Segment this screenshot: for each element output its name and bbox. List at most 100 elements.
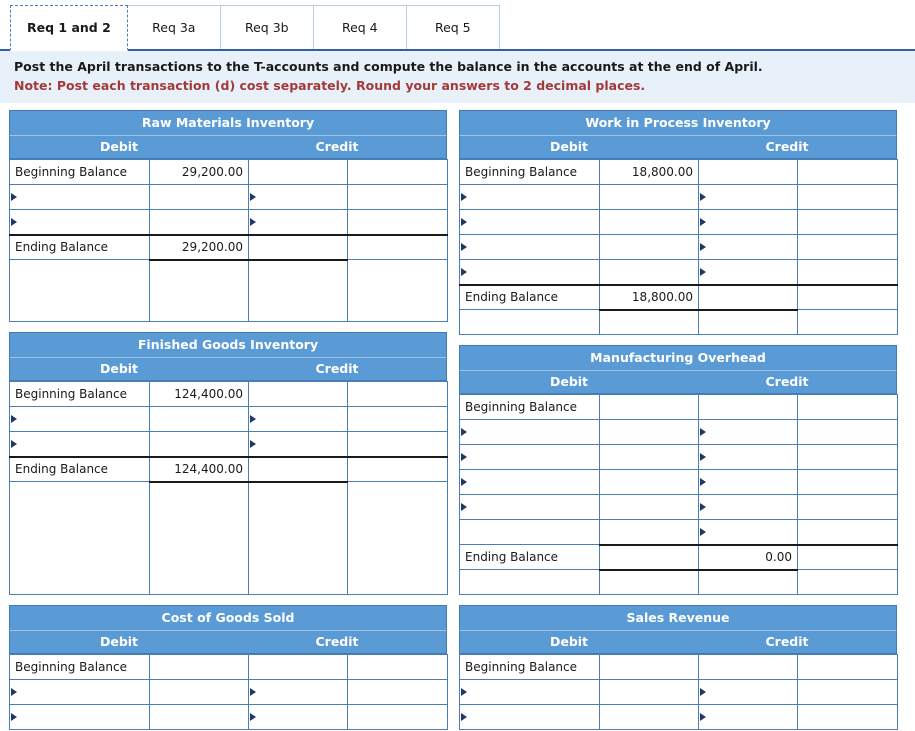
entry-debit-input[interactable] xyxy=(599,184,699,210)
dropdown-caret-icon[interactable] xyxy=(249,185,347,209)
entry-debit-input[interactable] xyxy=(599,419,699,445)
entry-label-input[interactable] xyxy=(459,234,600,260)
dropdown-caret-icon[interactable] xyxy=(10,705,149,729)
dropdown-caret-icon[interactable] xyxy=(460,470,599,494)
entry-credit-input[interactable] xyxy=(797,679,898,705)
dropdown-caret-icon[interactable] xyxy=(460,260,599,284)
credit-value-cell[interactable] xyxy=(797,159,898,185)
dropdown-caret-icon[interactable] xyxy=(249,680,347,704)
entry-credit-input[interactable] xyxy=(797,469,898,495)
dropdown-caret-icon[interactable] xyxy=(460,445,599,469)
dropdown-caret-icon[interactable] xyxy=(10,680,149,704)
tab-req-5[interactable]: Req 5 xyxy=(405,5,500,49)
credit-value-cell[interactable] xyxy=(797,654,898,680)
dropdown-caret-icon[interactable] xyxy=(699,705,797,729)
entry-credit-input[interactable] xyxy=(797,704,898,730)
debit-value-cell[interactable] xyxy=(599,394,699,420)
dropdown-caret-icon[interactable] xyxy=(699,470,797,494)
entry-credit-label-input[interactable] xyxy=(698,419,798,445)
entry-label-cell[interactable] xyxy=(459,519,600,545)
entry-credit-label-input[interactable] xyxy=(698,679,798,705)
entry-credit-label-input[interactable] xyxy=(698,209,798,235)
entry-credit-label-input[interactable] xyxy=(248,679,348,705)
entry-debit-input[interactable] xyxy=(599,209,699,235)
dropdown-caret-icon[interactable] xyxy=(249,432,347,456)
dropdown-caret-icon[interactable] xyxy=(699,235,797,259)
credit-value-cell[interactable] xyxy=(347,159,448,185)
entry-label-input[interactable] xyxy=(459,679,600,705)
entry-debit-input[interactable] xyxy=(599,444,699,470)
credit-label-cell[interactable] xyxy=(248,654,348,680)
entry-debit-input[interactable] xyxy=(149,704,249,730)
entry-credit-input[interactable] xyxy=(347,704,448,730)
entry-label-input[interactable] xyxy=(459,419,600,445)
entry-credit-input[interactable] xyxy=(347,406,448,432)
dropdown-caret-icon[interactable] xyxy=(10,432,149,456)
dropdown-caret-icon[interactable] xyxy=(249,705,347,729)
credit-value-cell[interactable] xyxy=(347,654,448,680)
entry-credit-input[interactable] xyxy=(797,259,898,286)
entry-label-input[interactable] xyxy=(459,469,600,495)
dropdown-caret-icon[interactable] xyxy=(699,210,797,234)
entry-label-input[interactable] xyxy=(9,184,150,210)
entry-credit-input[interactable] xyxy=(797,444,898,470)
entry-debit-input[interactable] xyxy=(149,184,249,210)
dropdown-caret-icon[interactable] xyxy=(699,420,797,444)
entry-debit-input[interactable] xyxy=(599,469,699,495)
entry-label-input[interactable] xyxy=(459,209,600,235)
debit-value-cell[interactable] xyxy=(599,654,699,680)
entry-credit-label-input[interactable] xyxy=(698,704,798,730)
tab-req-4[interactable]: Req 4 xyxy=(312,5,407,49)
entry-credit-input[interactable] xyxy=(797,419,898,445)
dropdown-caret-icon[interactable] xyxy=(460,210,599,234)
entry-label-input[interactable] xyxy=(459,259,600,286)
dropdown-caret-icon[interactable] xyxy=(460,680,599,704)
entry-label-input[interactable] xyxy=(9,209,150,236)
dropdown-caret-icon[interactable] xyxy=(10,210,149,234)
entry-credit-label-input[interactable] xyxy=(248,406,348,432)
dropdown-caret-icon[interactable] xyxy=(249,407,347,431)
entry-credit-input[interactable] xyxy=(347,679,448,705)
entry-credit-input[interactable] xyxy=(347,209,448,236)
credit-label-cell[interactable] xyxy=(698,394,798,420)
entry-debit-input[interactable] xyxy=(599,679,699,705)
dropdown-caret-icon[interactable] xyxy=(460,705,599,729)
entry-credit-label-input[interactable] xyxy=(698,519,798,546)
debit-value-cell[interactable] xyxy=(149,654,249,680)
dropdown-caret-icon[interactable] xyxy=(699,495,797,519)
dropdown-caret-icon[interactable] xyxy=(249,210,347,234)
entry-credit-input[interactable] xyxy=(797,234,898,260)
credit-label-cell[interactable] xyxy=(698,159,798,185)
tab-req-3a[interactable]: Req 3a xyxy=(126,5,221,49)
entry-debit-input[interactable] xyxy=(599,704,699,730)
entry-label-input[interactable] xyxy=(9,431,150,458)
dropdown-caret-icon[interactable] xyxy=(699,520,797,544)
entry-credit-input[interactable] xyxy=(797,519,898,546)
entry-credit-label-input[interactable] xyxy=(698,444,798,470)
entry-credit-input[interactable] xyxy=(797,209,898,235)
credit-label-cell[interactable] xyxy=(698,654,798,680)
entry-label-input[interactable] xyxy=(9,704,150,730)
entry-credit-label-input[interactable] xyxy=(698,259,798,286)
entry-credit-label-input[interactable] xyxy=(248,184,348,210)
credit-label-cell[interactable] xyxy=(248,159,348,185)
entry-debit-input[interactable] xyxy=(149,406,249,432)
entry-debit-input[interactable] xyxy=(149,679,249,705)
entry-credit-label-input[interactable] xyxy=(698,494,798,520)
dropdown-caret-icon[interactable] xyxy=(699,445,797,469)
entry-credit-input[interactable] xyxy=(347,431,448,458)
entry-debit-input[interactable] xyxy=(599,519,699,546)
credit-label-cell[interactable] xyxy=(248,381,348,407)
entry-label-input[interactable] xyxy=(459,444,600,470)
dropdown-caret-icon[interactable] xyxy=(460,235,599,259)
entry-credit-input[interactable] xyxy=(797,184,898,210)
credit-value-cell[interactable] xyxy=(347,381,448,407)
entry-credit-label-input[interactable] xyxy=(248,209,348,236)
dropdown-caret-icon[interactable] xyxy=(460,495,599,519)
entry-debit-input[interactable] xyxy=(149,209,249,236)
dropdown-caret-icon[interactable] xyxy=(10,407,149,431)
entry-debit-input[interactable] xyxy=(599,259,699,286)
dropdown-caret-icon[interactable] xyxy=(10,185,149,209)
entry-debit-input[interactable] xyxy=(599,494,699,520)
entry-credit-input[interactable] xyxy=(347,184,448,210)
